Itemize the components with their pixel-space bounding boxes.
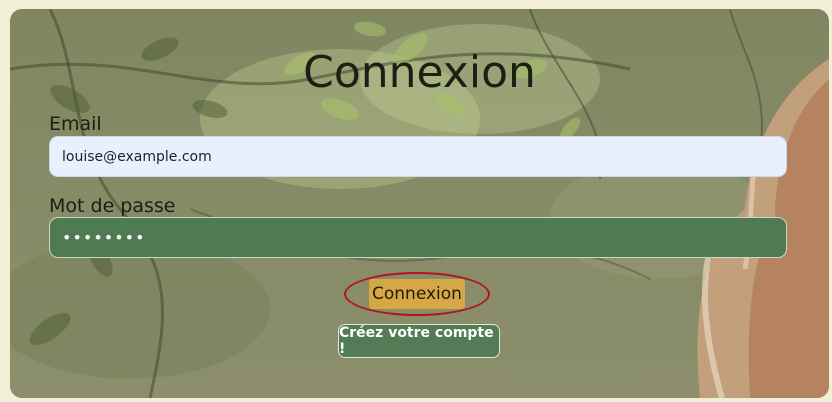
create-account-button[interactable]: Créez votre compte ! xyxy=(338,324,500,358)
page-title: Connexion xyxy=(303,47,536,98)
password-label: Mot de passe xyxy=(49,195,176,217)
login-button[interactable]: Connexion xyxy=(369,279,465,309)
password-field[interactable]: •••••••• xyxy=(49,217,787,258)
email-field[interactable]: louise@example.com xyxy=(49,136,787,177)
login-card: Connexion Email louise@example.com Mot d… xyxy=(10,9,829,398)
email-label: Email xyxy=(49,113,102,135)
login-button-highlight: Connexion xyxy=(344,272,490,316)
